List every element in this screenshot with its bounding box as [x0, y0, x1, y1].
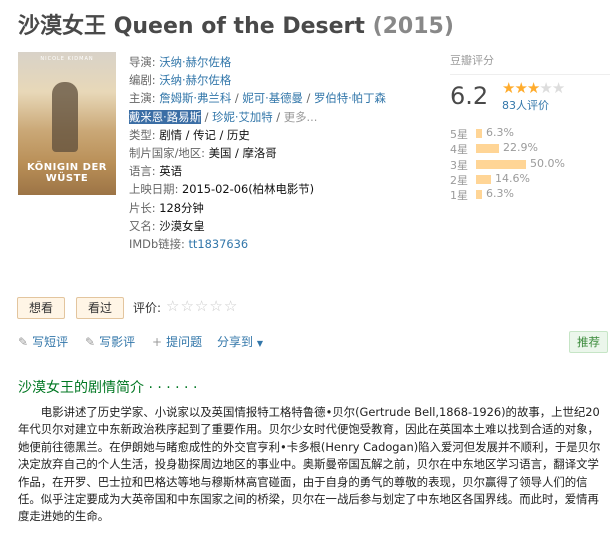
poster-title: KÖNIGIN DER WÜSTE — [26, 162, 107, 184]
genre-value: 传记 — [193, 127, 216, 142]
aka-label: 又名: — [129, 218, 156, 233]
release-value: 2015-02-06(柏林电影节) — [182, 182, 315, 197]
star-outline-icon[interactable]: ☆ — [166, 297, 180, 315]
rating-row-label: 4星 — [450, 143, 468, 157]
ask-question-label: 提问题 — [166, 335, 203, 349]
cast-separator: / — [200, 109, 213, 124]
rate-stars[interactable]: ☆☆☆☆☆ — [166, 297, 238, 315]
title-en: Queen of the Desert — [113, 14, 365, 39]
writer-label: 编剧: — [129, 73, 156, 88]
pencil-icon: ✎ — [18, 335, 29, 349]
country-value: 美国 / 摩洛哥 — [208, 146, 277, 161]
ask-question-link[interactable]: + 提问题 — [152, 333, 202, 350]
rating-bar — [476, 144, 499, 154]
rating-bar — [476, 174, 491, 184]
movie-info: 导演: 沃纳·赫尔佐格 编剧: 沃纳·赫尔佐格 主演: 詹姆斯·弗兰科 / 妮可… — [129, 55, 386, 252]
star-outline-icon[interactable]: ☆ — [195, 297, 209, 315]
rate-label: 评价: — [133, 301, 162, 315]
rating-row-percent: 6.3% — [486, 187, 514, 201]
rating-row-label: 5星 — [450, 128, 468, 141]
tool-bar: ✎ 写短评 ✎ 写影评 + 提问题 分享到 ▼ 推荐 — [18, 331, 608, 353]
director-label: 导演: — [129, 55, 156, 69]
cast-separator: / — [231, 91, 243, 106]
imdb-link[interactable]: tt1837636 — [188, 237, 248, 251]
release-label: 上映日期: — [129, 182, 179, 197]
title-cn: 沙漠女王 — [18, 14, 107, 39]
genre-value: 历史 — [227, 127, 250, 142]
rating-row: 5星 6.3% — [450, 126, 610, 141]
director-link[interactable]: 沃纳·赫尔佐格 — [159, 55, 231, 69]
country-label: 制片国家/地区: — [129, 146, 206, 161]
poster-figure — [52, 82, 78, 152]
cast-separator: / — [272, 109, 284, 124]
star-full-icon: ★ — [526, 79, 540, 97]
cast-link[interactable]: 罗伯特·帕丁森 — [314, 91, 386, 105]
rating-header: 豆瓣评分 — [450, 52, 610, 75]
runtime-label: 片长: — [129, 200, 156, 215]
cast-link[interactable]: 妮可·基德曼 — [242, 91, 303, 105]
genre-value: 剧情 — [159, 127, 183, 142]
rating-bar — [476, 159, 526, 169]
rating-row: 4星 22.9% — [450, 141, 610, 156]
cast-link[interactable]: 詹姆斯·弗兰科 — [159, 91, 231, 105]
rating-people-link[interactable]: 83人评价 — [502, 97, 549, 113]
rating-row: 1星 6.3% — [450, 187, 610, 202]
cast-link[interactable]: 珍妮·艾加特 — [212, 110, 273, 124]
synopsis-heading: 沙漠女王的剧情简介 · · · · · · — [18, 380, 198, 396]
genre-label: 类型: — [129, 127, 156, 142]
star-full-icon: ★ — [514, 79, 527, 97]
star-empty-icon: ★ — [539, 79, 552, 97]
cast-label: 主演: — [129, 91, 156, 106]
rating-row-label: 2星 — [450, 173, 468, 187]
share-label: 分享到 — [217, 335, 254, 349]
star-empty-icon: ★ — [551, 79, 565, 97]
write-short-review-label: 写短评 — [32, 335, 69, 349]
rating-score: 6.2 — [450, 82, 489, 110]
cast-separator: / — [302, 91, 314, 106]
movie-poster[interactable]: NICOLE KIDMAN KÖNIGIN DER WÜSTE — [18, 52, 116, 195]
rating-row-percent: 22.9% — [503, 141, 538, 155]
star-outline-icon[interactable]: ☆ — [224, 297, 238, 315]
share-dropdown[interactable]: 分享到 ▼ — [217, 333, 263, 350]
write-short-review-link[interactable]: ✎ 写短评 — [18, 333, 68, 350]
aka-value: 沙漠女皇 — [159, 218, 205, 233]
plus-icon: + — [152, 335, 163, 349]
title-year: (2015) — [372, 14, 454, 39]
cast-link[interactable]: 戴米恩·路易斯 — [129, 109, 201, 124]
watched-button[interactable]: 看过 — [76, 297, 124, 319]
rating-bar — [476, 190, 482, 200]
synopsis-text: 电影讲述了历史学家、小说家以及英国情报特工格特鲁德•贝尔(Gertrude Be… — [18, 405, 601, 524]
recommend-button[interactable]: 推荐 — [569, 331, 608, 353]
runtime-value: 128分钟 — [159, 200, 204, 215]
write-review-link[interactable]: ✎ 写影评 — [85, 333, 135, 350]
rating-distribution: 5星 6.3% 4星 22.9% 3星 50.0% 2星 14.6% 1星 6.3% — [450, 126, 610, 202]
rating-stars: ★★★★★ — [502, 79, 565, 97]
page-title: 沙漠女王 Queen of the Desert (2015) — [18, 8, 454, 40]
language-label: 语言: — [129, 164, 156, 179]
star-outline-icon[interactable]: ☆ — [180, 297, 194, 315]
language-value: 英语 — [159, 164, 183, 179]
chevron-down-icon: ▼ — [256, 339, 263, 348]
star-full-icon: ★ — [502, 79, 515, 97]
rating-row-label: 3星 — [450, 158, 468, 172]
rating-row: 3星 50.0% — [450, 157, 610, 172]
rating-row-percent: 14.6% — [495, 171, 530, 185]
rating-row: 2星 14.6% — [450, 172, 610, 187]
rating-row-percent: 6.3% — [486, 126, 514, 139]
imdb-label: IMDb链接: — [129, 237, 185, 252]
star-outline-icon[interactable]: ☆ — [209, 297, 223, 315]
rating-bar — [476, 129, 482, 138]
writer-link[interactable]: 沃纳·赫尔佐格 — [159, 73, 231, 87]
rating-row-percent: 50.0% — [530, 156, 565, 170]
poster-actor: NICOLE KIDMAN — [40, 56, 94, 62]
want-to-watch-button[interactable]: 想看 — [17, 297, 65, 319]
pencil-icon: ✎ — [85, 335, 96, 349]
rating-row-label: 1星 — [450, 189, 468, 203]
rating-panel: 豆瓣评分 6.2 ★★★★★ 83人评价 5星 6.3% 4星 22.9% 3星 50.0… — [450, 52, 610, 202]
cast-more-link[interactable]: 更多... — [284, 110, 318, 124]
write-review-label: 写影评 — [99, 335, 136, 349]
